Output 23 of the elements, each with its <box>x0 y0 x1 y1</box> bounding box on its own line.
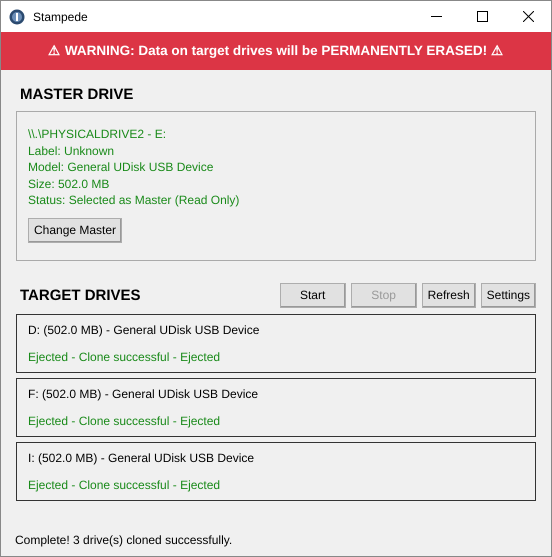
drive-status: Ejected - Clone successful - Ejected <box>28 478 222 492</box>
drive-status: Ejected - Clone successful - Ejected <box>28 414 222 428</box>
drive-status: Ejected - Clone successful - Ejected <box>28 350 222 364</box>
master-drive-info: Status: Selected as Master (Read Only) <box>28 192 240 208</box>
status-bar-text: Complete! 3 drive(s) cloned successfully. <box>14 533 234 549</box>
drive-name: D: (502.0 MB) - General UDisk USB Device <box>28 323 260 337</box>
master-drive-info: Size: 502.0 MB <box>28 176 110 192</box>
close-icon[interactable] <box>523 11 534 22</box>
maximize-icon[interactable] <box>477 11 488 22</box>
app-icon <box>9 8 25 24</box>
section-heading: MASTER DRIVE <box>20 86 134 102</box>
drive-name: F: (502.0 MB) - General UDisk USB Device <box>28 387 260 401</box>
master-drive-info: Label: Unknown <box>28 142 116 159</box>
change-master-button[interactable]: Change Master <box>28 218 122 242</box>
drive-name: I: (502.0 MB) - General UDisk USB Device <box>28 451 256 465</box>
toolbar-button[interactable]: Refresh <box>422 282 476 308</box>
warning-banner: ⚠ WARNING: Data on target drives will be PERMANENTLY ERASED! ⚠ <box>1 32 551 70</box>
master-drive-info: \\.\PHYSICALDRIVE2 - E: <box>28 126 168 142</box>
window-title: Stampede <box>33 10 88 24</box>
toolbar-button[interactable]: Start <box>280 282 346 308</box>
master-drive-info: Model: General UDisk USB Device <box>28 159 214 176</box>
toolbar-button[interactable]: Settings <box>480 282 536 308</box>
section-heading: TARGET DRIVES <box>20 286 141 304</box>
